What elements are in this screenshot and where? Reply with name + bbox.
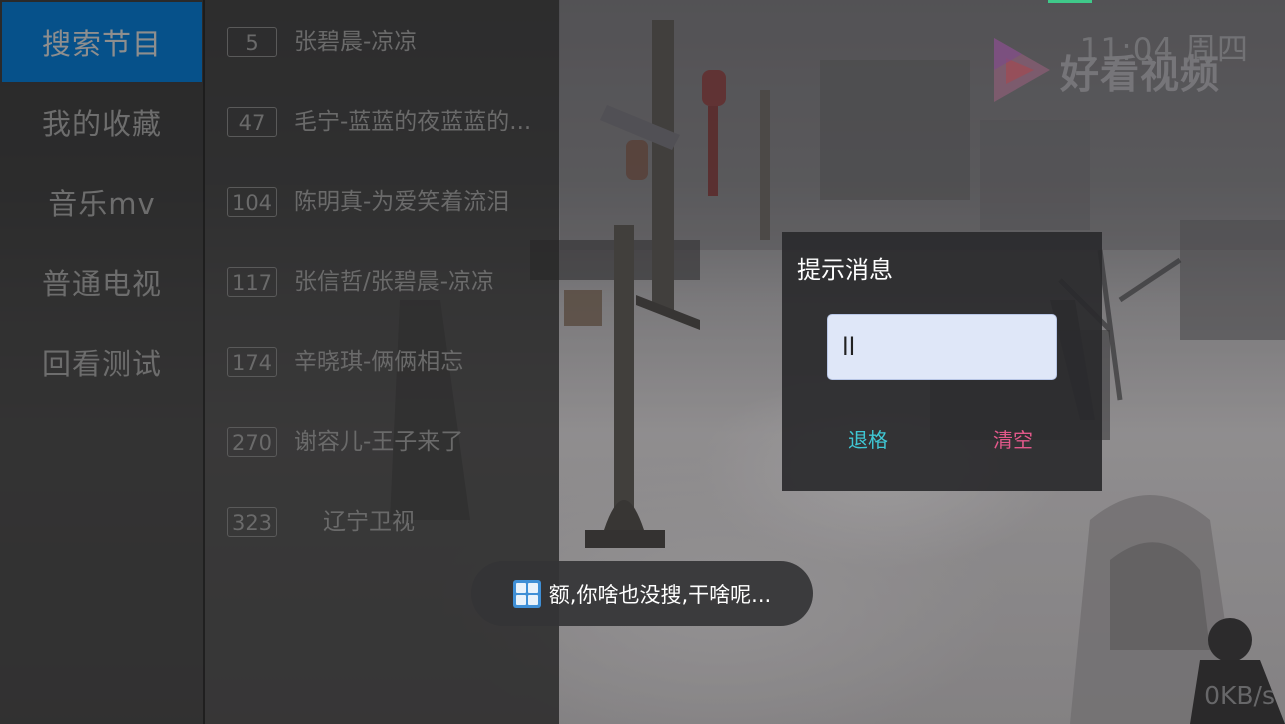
channel-row[interactable]: 47 毛宁-蓝蓝的夜蓝蓝的... — [205, 82, 559, 162]
channel-number: 5 — [227, 27, 277, 57]
channel-name: 辛晓琪-俩俩相忘 — [294, 349, 464, 375]
channel-name: 谢容儿-王子来了 — [294, 429, 464, 455]
category-search[interactable]: 搜索节目 — [2, 2, 202, 82]
channel-name: 辽宁卫视 — [323, 509, 415, 535]
channel-number: 47 — [227, 107, 277, 137]
category-regular-tv[interactable]: 普通电视 — [2, 242, 202, 322]
dialog-title: 提示消息 — [797, 256, 893, 284]
toast-message: 额,你啥也没搜,干啥呢... — [471, 561, 813, 626]
channel-number: 104 — [227, 187, 277, 217]
network-speed: 0KB/s — [1204, 681, 1275, 710]
category-menu: 搜索节目 我的收藏 音乐mv 普通电视 回看测试 — [0, 0, 205, 724]
category-music-mv[interactable]: 音乐mv — [2, 162, 202, 242]
channel-name: 张碧晨-凉凉 — [294, 29, 418, 55]
app-icon — [512, 579, 541, 608]
toast-text: 额,你啥也没搜,干啥呢... — [548, 582, 772, 607]
channel-row[interactable]: 174 辛晓琪-俩俩相忘 — [205, 322, 559, 402]
channel-name: 毛宁-蓝蓝的夜蓝蓝的... — [294, 109, 532, 135]
channel-row[interactable]: 117 张信哲/张碧晨-凉凉 — [205, 242, 559, 322]
channel-number: 270 — [227, 427, 277, 457]
search-input[interactable] — [827, 314, 1057, 380]
backspace-button[interactable]: 退格 — [848, 424, 888, 453]
channel-row[interactable]: 323 辽宁卫视 — [205, 482, 559, 562]
top-accent-bar — [1048, 0, 1092, 3]
channel-number: 323 — [227, 507, 277, 537]
category-favorites[interactable]: 我的收藏 — [2, 82, 202, 162]
channel-name: 张信哲/张碧晨-凉凉 — [294, 269, 495, 295]
clear-button[interactable]: 清空 — [993, 424, 1033, 453]
channel-row[interactable]: 5 张碧晨-凉凉 — [205, 2, 559, 82]
channel-row[interactable]: 104 陈明真-为爱笑着流泪 — [205, 162, 559, 242]
prompt-dialog: 提示消息 退格 清空 — [782, 232, 1102, 491]
channel-name: 陈明真-为爱笑着流泪 — [294, 189, 510, 215]
category-playback-test[interactable]: 回看测试 — [2, 322, 202, 402]
channel-number: 174 — [227, 347, 277, 377]
channel-number: 117 — [227, 267, 277, 297]
clock: 11:04 周四 — [1079, 32, 1249, 68]
channel-row[interactable]: 270 谢容儿-王子来了 — [205, 402, 559, 482]
